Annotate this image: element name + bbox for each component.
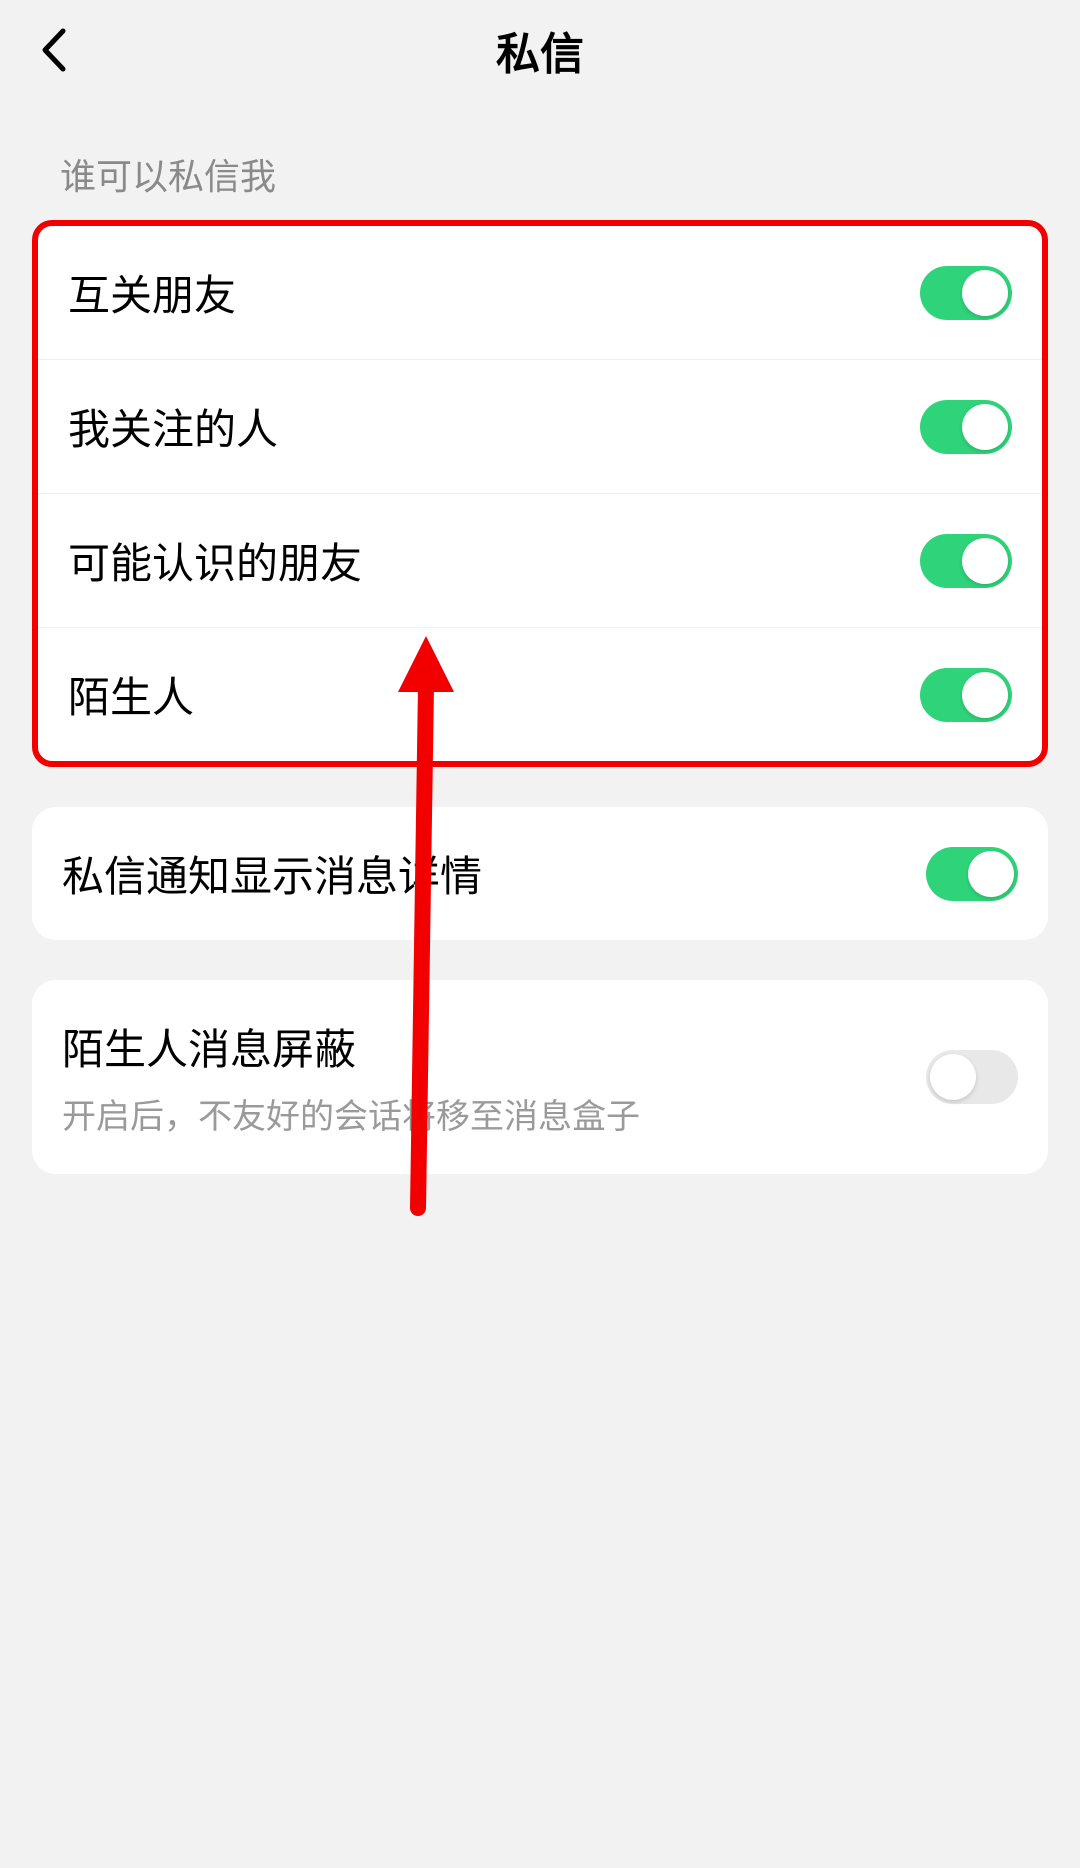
row-label: 互关朋友 [68, 262, 236, 323]
toggle-knob [968, 851, 1014, 897]
row-show-message-detail: 私信通知显示消息详情 [32, 807, 1048, 940]
toggle-show-message-detail[interactable] [926, 847, 1018, 901]
notification-detail-card: 私信通知显示消息详情 [32, 807, 1048, 940]
toggle-mutual-friends[interactable] [920, 266, 1012, 320]
back-button[interactable] [28, 25, 78, 75]
row-label: 私信通知显示消息详情 [62, 843, 482, 904]
row-strangers: 陌生人 [38, 627, 1042, 761]
who-can-dm-card: 互关朋友 我关注的人 可能认识的朋友 陌生人 [32, 220, 1048, 767]
row-sublabel: 开启后，不友好的会话将移至消息盒子 [62, 1089, 640, 1138]
toggle-may-know[interactable] [920, 534, 1012, 588]
toggle-following[interactable] [920, 400, 1012, 454]
row-label: 陌生人消息屏蔽 [62, 1016, 640, 1077]
toggle-knob [962, 538, 1008, 584]
toggle-knob [930, 1054, 976, 1100]
toggle-stranger-block[interactable] [926, 1050, 1018, 1104]
stranger-block-card: 陌生人消息屏蔽 开启后，不友好的会话将移至消息盒子 [32, 980, 1048, 1174]
row-may-know: 可能认识的朋友 [38, 493, 1042, 627]
toggle-knob [962, 270, 1008, 316]
header: 私信 [0, 0, 1080, 100]
row-stranger-block: 陌生人消息屏蔽 开启后，不友好的会话将移至消息盒子 [32, 980, 1048, 1174]
toggle-knob [962, 672, 1008, 718]
row-mutual-friends: 互关朋友 [38, 226, 1042, 359]
row-label: 可能认识的朋友 [68, 530, 362, 591]
toggle-knob [962, 404, 1008, 450]
toggle-strangers[interactable] [920, 668, 1012, 722]
section-who-can-dm-label: 谁可以私信我 [0, 100, 1080, 220]
row-following: 我关注的人 [38, 359, 1042, 493]
page-title: 私信 [0, 18, 1080, 82]
row-label: 陌生人 [68, 664, 194, 725]
row-label: 我关注的人 [68, 396, 278, 457]
chevron-left-icon [39, 27, 67, 73]
